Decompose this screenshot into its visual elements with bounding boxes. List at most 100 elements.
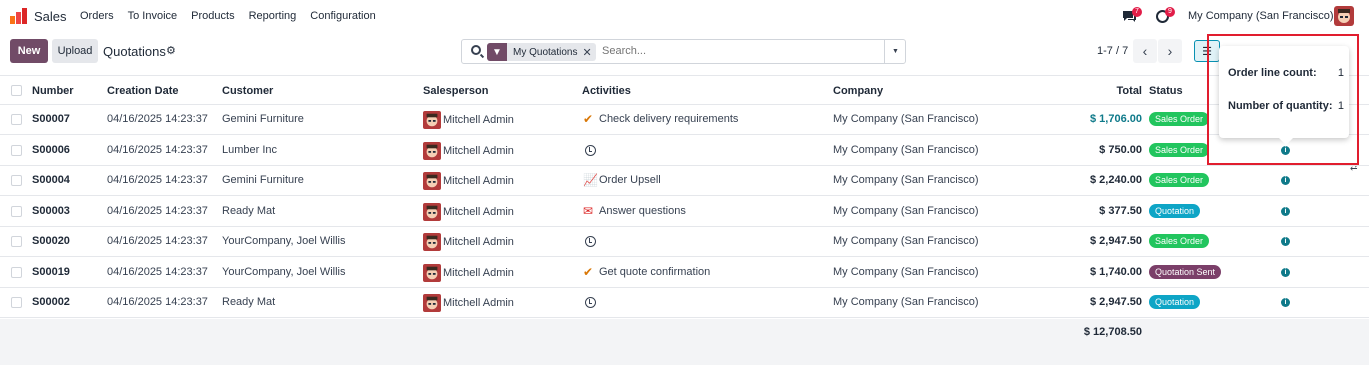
row-checkbox[interactable] [11, 205, 22, 217]
status-badge: Quotation [1149, 295, 1201, 309]
grand-total: $ 12,708.50 [1083, 326, 1142, 338]
table-row[interactable]: S00007 04/16/2025 14:23:37 Gemini Furnit… [0, 105, 1369, 135]
salesperson-name: Mitchell Admin [443, 236, 514, 248]
customer-name: Gemini Furniture [222, 113, 304, 125]
creation-date: 04/16/2025 14:23:37 [107, 113, 208, 125]
column-status[interactable]: Status [1149, 85, 1183, 97]
company-name: My Company (San Francisco) [833, 113, 979, 125]
column-activities[interactable]: Activities [582, 85, 631, 97]
search-icon[interactable] [471, 45, 481, 55]
clock-icon[interactable] [585, 297, 596, 308]
menu-item-to-invoice[interactable]: To Invoice [128, 10, 178, 22]
column-salesperson[interactable]: Salesperson [423, 85, 488, 97]
customer-name: YourCompany, Joel Willis [222, 265, 346, 278]
check-icon[interactable]: ✔ [583, 112, 597, 126]
menu-item-configuration[interactable]: Configuration [310, 10, 375, 22]
status-badge: Sales Order [1149, 112, 1210, 126]
info-icon[interactable]: i [1281, 206, 1290, 216]
search-input[interactable] [602, 45, 872, 57]
creation-date: 04/16/2025 14:23:37 [107, 174, 208, 186]
table-row[interactable]: S00006 04/16/2025 14:23:37 Lumber Inc Mi… [0, 136, 1369, 166]
search-bar: ▼ My Quotations ✕ ▼ [461, 39, 906, 64]
customer-name: YourCompany, Joel Willis [222, 235, 346, 247]
column-number[interactable]: Number [32, 85, 74, 97]
order-number: S00019 [32, 265, 70, 278]
filter-icon: ▼ [487, 43, 507, 61]
app-logo-icon[interactable] [10, 8, 27, 24]
menu-item-products[interactable]: Products [191, 10, 234, 22]
status-badge: Sales Order [1149, 173, 1210, 187]
salesperson-avatar [423, 202, 441, 221]
order-number: S00003 [32, 204, 70, 217]
chat-badge: 7 [1132, 7, 1142, 17]
upload-button[interactable]: Upload [52, 39, 98, 63]
row-checkbox[interactable] [11, 266, 22, 278]
order-total: $ 1,740.00 [1090, 265, 1142, 278]
order-total: $ 2,240.00 [1090, 174, 1142, 186]
select-all-checkbox[interactable] [11, 85, 22, 96]
pager-previous-button[interactable]: ‹ [1133, 39, 1157, 63]
salesperson-name: Mitchell Admin [443, 266, 514, 279]
app-name[interactable]: Sales [34, 9, 67, 24]
info-icon[interactable]: i [1281, 298, 1290, 307]
order-number: S00007 [32, 113, 70, 125]
info-icon[interactable]: i [1281, 237, 1290, 246]
clock-icon[interactable] [585, 144, 596, 156]
activity-label[interactable]: Check delivery requirements [599, 113, 738, 125]
table-row[interactable]: S00003 04/16/2025 14:23:37 Ready Mat Mit… [0, 197, 1369, 227]
company-name: My Company (San Francisco) [833, 143, 979, 156]
salesperson-avatar [423, 172, 441, 190]
table-header: Number Creation Date Customer Salesperso… [0, 75, 1369, 172]
salesperson-name: Mitchell Admin [443, 297, 514, 309]
activity-label[interactable]: Get quote confirmation [599, 266, 710, 278]
pager-next-button[interactable]: › [1158, 39, 1182, 63]
table-row[interactable]: S00019 04/16/2025 14:23:37 YourCompany, … [0, 258, 1369, 288]
column-company[interactable]: Company [833, 85, 883, 97]
activity-label[interactable]: Answer questions [599, 205, 686, 217]
menu-item-orders[interactable]: Orders [80, 10, 114, 22]
customer-name: Ready Mat [222, 204, 276, 217]
creation-date: 04/16/2025 14:23:37 [107, 204, 208, 217]
salesperson-name: Mitchell Admin [443, 175, 514, 187]
row-checkbox[interactable] [11, 175, 22, 186]
column-creation-date[interactable]: Creation Date [107, 85, 179, 97]
search-options-toggle[interactable]: ▼ [884, 40, 906, 63]
table-row[interactable]: S00002 04/16/2025 14:23:37 Ready Mat Mit… [0, 288, 1369, 318]
new-button[interactable]: New [10, 39, 48, 63]
table-row[interactable]: S00020 04/16/2025 14:23:37 YourCompany, … [0, 227, 1369, 257]
facet-remove-icon[interactable]: ✕ [582, 46, 595, 59]
gear-icon[interactable]: ⚙ [166, 44, 176, 57]
info-icon[interactable]: i [1281, 267, 1290, 277]
company-switcher[interactable]: My Company (San Francisco) [1188, 10, 1334, 22]
quantity-label: Number of quantity: [1228, 100, 1333, 112]
salesperson-avatar [423, 141, 441, 160]
creation-date: 04/16/2025 14:23:37 [107, 235, 208, 247]
salesperson-name: Mitchell Admin [443, 144, 514, 157]
row-checkbox[interactable] [11, 114, 22, 125]
list-view-button[interactable]: ☰ [1194, 40, 1220, 62]
menu-item-reporting[interactable]: Reporting [249, 10, 297, 22]
pager-value[interactable]: 1-7 / 7 [1097, 45, 1128, 57]
creation-date: 04/16/2025 14:23:37 [107, 296, 208, 308]
info-icon[interactable]: i [1281, 176, 1290, 185]
salesperson-avatar [423, 294, 441, 312]
column-customer[interactable]: Customer [222, 85, 273, 97]
row-checkbox[interactable] [11, 236, 22, 247]
company-name: My Company (San Francisco) [833, 204, 979, 217]
info-icon[interactable]: i [1281, 145, 1290, 155]
order-number: S00020 [32, 235, 70, 247]
salesperson-avatar [423, 263, 441, 282]
clock-icon[interactable] [585, 236, 596, 247]
row-checkbox[interactable] [11, 144, 22, 156]
column-total[interactable]: Total [1052, 85, 1142, 97]
row-checkbox[interactable] [11, 297, 22, 308]
envelope-icon[interactable]: ✉ [583, 204, 597, 218]
top-navbar: Sales Orders To Invoice Products Reporti… [0, 0, 1369, 33]
chart-icon[interactable]: 📈 [583, 173, 598, 187]
table-row[interactable]: S00004 04/16/2025 14:23:37 Gemini Furnit… [0, 166, 1369, 196]
line-count-label: Order line count: [1228, 67, 1317, 79]
check-icon[interactable]: ✔ [583, 265, 597, 279]
activity-label[interactable]: Order Upsell [599, 174, 661, 186]
user-avatar[interactable] [1334, 6, 1354, 26]
customer-name: Ready Mat [222, 296, 276, 308]
